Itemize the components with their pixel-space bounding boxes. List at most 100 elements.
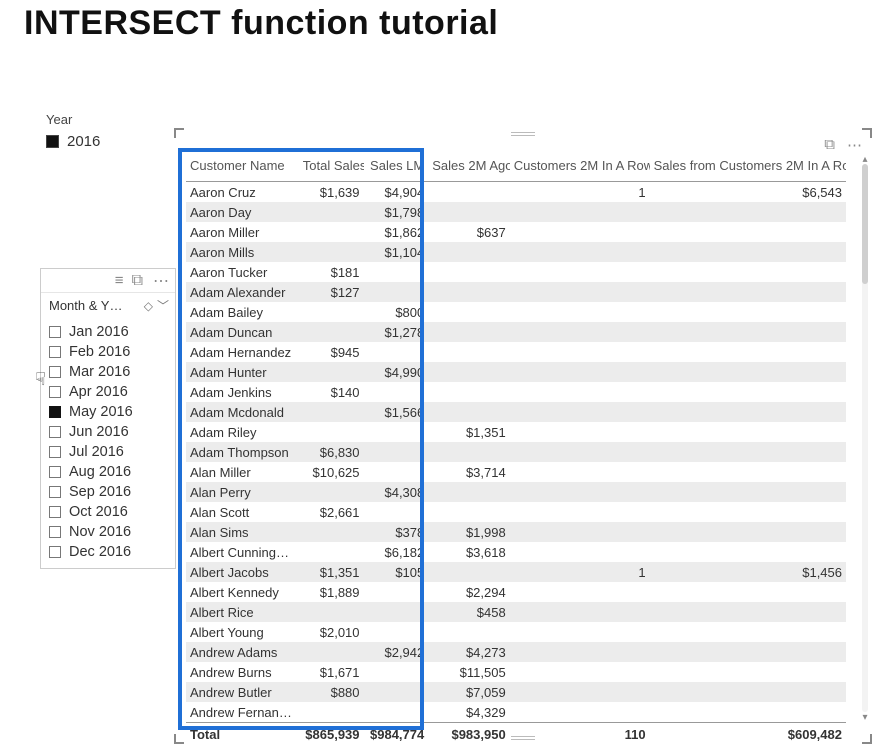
month-slicer-item[interactable]: Dec 2016 [49,542,169,562]
table-row[interactable]: Alan Scott$2,661 [186,502,846,522]
checkbox-icon[interactable] [49,446,61,458]
table-cell: $800 [364,302,429,322]
checkbox-checked-icon[interactable] [49,406,61,418]
month-slicer-item[interactable]: Jun 2016 [49,422,169,442]
table-cell [428,342,509,362]
more-options-icon[interactable]: ⋯ [847,136,862,154]
month-slicer-item[interactable]: Oct 2016 [49,502,169,522]
table-cell [428,402,509,422]
table-row[interactable]: Albert Young$2,010 [186,622,846,642]
col-header[interactable]: Total Sales [299,154,364,182]
table-cell [510,222,650,242]
drag-handle-bottom[interactable] [511,736,535,740]
data-table: Customer Name Total Sales Sales LM Sales… [186,154,846,745]
month-slicer-item[interactable]: Apr 2016 [49,382,169,402]
checkbox-icon[interactable] [49,466,61,478]
table-row[interactable]: Aaron Tucker$181 [186,262,846,282]
table-cell: 1 [510,182,650,203]
table-row[interactable]: Albert Kennedy$1,889$2,294 [186,582,846,602]
col-header[interactable]: Customers 2M In A Row [510,154,650,182]
month-slicer-item[interactable]: Mar 2016 [49,362,169,382]
year-slicer[interactable]: Year 2016 [46,112,166,150]
table-cell [510,422,650,442]
table-row[interactable]: Andrew Fernandez$4,329 [186,702,846,723]
table-row[interactable]: Adam Hunter$4,990 [186,362,846,382]
table-row[interactable]: Albert Jacobs$1,351$1051$1,456 [186,562,846,582]
table-row[interactable]: Adam Thompson$6,830 [186,442,846,462]
table-row[interactable]: Adam Hernandez$945 [186,342,846,362]
table-cell [650,482,846,502]
col-header[interactable]: Sales LM [364,154,429,182]
year-slicer-item[interactable]: 2016 [46,133,166,150]
checkbox-icon[interactable] [49,506,61,518]
scroll-thumb[interactable] [862,164,868,284]
month-slicer-item[interactable]: Jul 2016 [49,442,169,462]
table-cell [510,402,650,422]
checkbox-checked-icon[interactable] [46,135,59,148]
table-cell [364,702,429,723]
table-row[interactable]: Andrew Butler$880$7,059 [186,682,846,702]
table-cell [299,202,364,222]
table-cell [650,422,846,442]
drag-handle-icon[interactable]: ≡ [115,272,122,289]
checkbox-icon[interactable] [49,526,61,538]
table-row[interactable]: Adam Jenkins$140 [186,382,846,402]
month-slicer[interactable]: ≡ ⧉ ⋯ Month & Y… ◇ ﹀ Jan 2016Feb 2016Mar… [40,268,176,569]
table-row[interactable]: Aaron Mills$1,104 [186,242,846,262]
table-row[interactable]: Albert Rice$458 [186,602,846,622]
table-cell [510,322,650,342]
table-row[interactable]: Aaron Day$1,798 [186,202,846,222]
checkbox-icon[interactable] [49,546,61,558]
month-slicer-item[interactable]: Nov 2016 [49,522,169,542]
scroll-down-icon[interactable]: ▾ [860,712,870,724]
table-cell [299,362,364,382]
checkbox-icon[interactable] [49,426,61,438]
col-header[interactable]: Sales 2M Ago [428,154,509,182]
table-visual[interactable]: ⧉ ⋯ Customer Name Total Sales Sales LM S… [176,130,870,742]
resize-handle-tl[interactable] [174,128,184,138]
table-row[interactable]: Andrew Adams$2,942$4,273 [186,642,846,662]
table-row[interactable]: Alan Perry$4,308 [186,482,846,502]
col-header[interactable]: Customer Name [186,154,299,182]
checkbox-icon[interactable] [49,486,61,498]
table-row[interactable]: Adam Mcdonald$1,566 [186,402,846,422]
drag-handle-top[interactable] [511,132,535,136]
vertical-scrollbar[interactable]: ▴ ▾ [860,160,870,718]
col-header[interactable]: Sales from Customers 2M In A Row [650,154,846,182]
month-slicer-item[interactable]: Jan 2016 [49,322,169,342]
table-row[interactable]: Adam Riley$1,351 [186,422,846,442]
table-cell [510,282,650,302]
month-slicer-item[interactable]: Aug 2016 [49,462,169,482]
table-row[interactable]: Alan Sims$378$1,998 [186,522,846,542]
table-row[interactable]: Andrew Burns$1,671$11,505 [186,662,846,682]
total-value: 110 [510,723,650,745]
table-row[interactable]: Albert Cunningham$6,182$3,618 [186,542,846,562]
checkbox-icon[interactable] [49,346,61,358]
table-row[interactable]: Adam Bailey$800 [186,302,846,322]
checkbox-icon[interactable] [49,386,61,398]
table-row[interactable]: Aaron Miller$1,862$637 [186,222,846,242]
month-slicer-item[interactable]: Sep 2016 [49,482,169,502]
focus-mode-icon[interactable]: ⧉ [824,136,835,154]
more-options-icon[interactable]: ⋯ [153,271,169,291]
table-cell [299,602,364,622]
table-row[interactable]: Adam Duncan$1,278 [186,322,846,342]
table-row[interactable]: Adam Alexander$127 [186,282,846,302]
resize-handle-tr[interactable] [862,128,872,138]
table-cell [364,602,429,622]
table-cell: Aaron Day [186,202,299,222]
checkbox-icon[interactable] [49,326,61,338]
month-slicer-item[interactable]: May 2016 [49,402,169,422]
focus-mode-icon[interactable]: ⧉ [132,272,143,290]
clear-selections-icon[interactable]: ◇ [144,299,153,313]
table-cell [510,502,650,522]
table-row[interactable]: Aaron Cruz$1,639$4,9041$6,543 [186,182,846,203]
table-header-row: Customer Name Total Sales Sales LM Sales… [186,154,846,182]
checkbox-icon[interactable] [49,366,61,378]
month-slicer-item[interactable]: Feb 2016 [49,342,169,362]
resize-handle-br[interactable] [862,734,872,744]
resize-handle-bl[interactable] [174,734,184,744]
chevron-down-icon[interactable]: ﹀ [157,297,169,314]
table-row[interactable]: Alan Miller$10,625$3,714 [186,462,846,482]
table-cell: $181 [299,262,364,282]
